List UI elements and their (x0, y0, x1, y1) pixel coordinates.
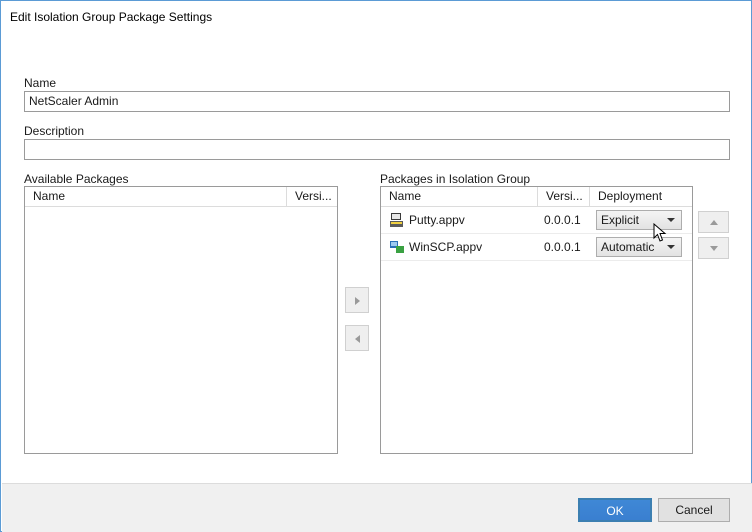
available-col-version[interactable]: Versi... (287, 187, 337, 206)
available-packages-label: Available Packages (24, 172, 129, 186)
description-label: Description (24, 124, 85, 138)
remove-package-button[interactable] (345, 325, 369, 351)
dialog-title: Edit Isolation Group Package Settings (10, 10, 213, 24)
arrow-left-icon (355, 335, 360, 343)
ok-button[interactable]: OK (578, 498, 652, 522)
deployment-value: Automatic (601, 240, 655, 254)
isolation-list-header: Name Versi... Deployment (381, 187, 692, 207)
package-version: 0.0.0.1 (544, 240, 581, 254)
deployment-select[interactable]: Automatic (596, 237, 682, 257)
add-package-button[interactable] (345, 287, 369, 313)
arrow-down-icon (710, 246, 718, 251)
table-row[interactable]: WinSCP.appv 0.0.0.1 Automatic (381, 234, 692, 261)
table-row[interactable]: Putty.appv 0.0.0.1 Explicit (381, 207, 692, 234)
cancel-button[interactable]: Cancel (658, 498, 730, 522)
dialog-footer: OK Cancel (2, 483, 752, 532)
deployment-select[interactable]: Explicit (596, 210, 682, 230)
mouse-cursor-icon (653, 223, 667, 242)
deployment-value: Explicit (601, 213, 640, 227)
available-col-name[interactable]: Name (25, 187, 287, 206)
winscp-app-icon (390, 241, 404, 253)
name-label: Name (24, 76, 57, 90)
isolation-packages-list[interactable]: Name Versi... Deployment Putty.appv 0.0.… (380, 186, 693, 454)
chevron-down-icon (667, 218, 675, 222)
move-up-button[interactable] (698, 211, 729, 233)
package-name: WinSCP.appv (409, 240, 483, 254)
arrow-right-icon (355, 297, 360, 305)
move-down-button[interactable] (698, 237, 729, 259)
isolation-packages-label: Packages in Isolation Group (380, 172, 531, 186)
name-input[interactable]: NetScaler Admin (24, 91, 730, 112)
isolation-col-deployment[interactable]: Deployment (590, 187, 692, 206)
available-packages-list[interactable]: Name Versi... (24, 186, 338, 454)
arrow-up-icon (710, 220, 718, 225)
package-version: 0.0.0.1 (544, 213, 581, 227)
package-name: Putty.appv (409, 213, 465, 227)
isolation-col-version[interactable]: Versi... (538, 187, 590, 206)
isolation-col-name[interactable]: Name (381, 187, 538, 206)
available-list-header: Name Versi... (25, 187, 337, 207)
dialog-window: Edit Isolation Group Package Settings Na… (0, 0, 752, 532)
chevron-down-icon (667, 245, 675, 249)
description-input[interactable] (24, 139, 730, 160)
putty-app-icon (390, 213, 403, 227)
